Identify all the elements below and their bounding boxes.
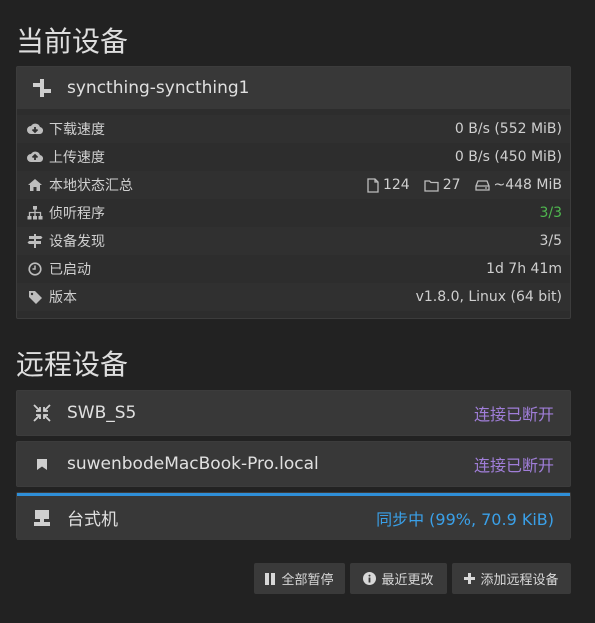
sync-progress-bar <box>17 493 570 496</box>
pause-all-button[interactable]: 全部暂停 <box>254 563 345 594</box>
download-rate-label: 下载速度 <box>49 122 105 138</box>
info-circle-icon <box>363 572 377 585</box>
this-device-section-title: 当前设备 <box>16 25 129 58</box>
uptime-row: 已启动 1d 7h 41m <box>17 255 570 283</box>
upload-rate-label: 上传速度 <box>49 150 105 166</box>
local-state-label: 本地状态汇总 <box>49 178 133 194</box>
hdd-icon <box>474 179 490 191</box>
remote-device-panel[interactable]: SWB_S5 连接已断开 <box>16 390 571 436</box>
device-icon <box>31 79 53 97</box>
pause-all-label: 全部暂停 <box>281 573 334 588</box>
remote-device-status: 连接已断开 <box>473 456 554 475</box>
signpost-icon <box>27 233 43 249</box>
this-device-name: syncthing-syncthing1 <box>67 78 250 98</box>
folder-icon <box>424 179 439 192</box>
desktop-icon <box>31 509 53 527</box>
plus-icon <box>464 573 476 584</box>
remote-device-header[interactable]: 台式机 同步中 (99%, 70.9 KiB) <box>17 495 570 540</box>
remote-device-panel[interactable]: suwenbodeMacBook-Pro.local 连接已断开 <box>16 441 571 487</box>
remote-device-status: 连接已断开 <box>473 405 554 424</box>
cloud-download-icon <box>27 121 43 137</box>
listeners-row[interactable]: 侦听程序 3/3 <box>17 199 570 227</box>
tag-icon <box>27 289 43 305</box>
bookmark-icon <box>31 458 53 471</box>
listeners-label: 侦听程序 <box>49 206 105 222</box>
cloud-upload-icon <box>27 149 43 165</box>
version-row: 版本 v1.8.0, Linux (64 bit) <box>17 283 570 311</box>
clock-icon <box>27 261 43 277</box>
remote-device-status: 同步中 (99%, 70.9 KiB) <box>376 509 554 529</box>
add-remote-device-button[interactable]: 添加远程设备 <box>452 563 571 594</box>
local-state-row: 本地状态汇总 124 27 ~448 MiB <box>17 171 570 199</box>
pause-icon <box>265 572 276 585</box>
file-icon <box>367 177 379 193</box>
version-value: v1.8.0, Linux (64 bit) <box>415 289 562 305</box>
remote-device-panel[interactable]: 台式机 同步中 (99%, 70.9 KiB) <box>16 492 571 540</box>
remote-device-name: 台式机 <box>67 510 118 530</box>
this-device-panel: syncthing-syncthing1 下载速度 0 B/s (552 MiB… <box>16 66 571 319</box>
remote-device-name: SWB_S5 <box>67 403 137 423</box>
download-rate-row: 下载速度 0 B/s (552 MiB) <box>17 115 570 143</box>
upload-rate-value: 0 B/s (450 MiB) <box>454 149 562 165</box>
listeners-value: 3/3 <box>539 205 562 221</box>
home-icon <box>27 177 43 193</box>
local-state-value: 124 27 ~448 MiB <box>367 177 562 193</box>
discovery-value: 3/5 <box>539 233 562 249</box>
remote-device-header[interactable]: suwenbodeMacBook-Pro.local 连接已断开 <box>17 442 570 486</box>
upload-rate-row: 上传速度 0 B/s (450 MiB) <box>17 143 570 171</box>
recent-changes-label: 最近更改 <box>381 573 434 588</box>
total-size: ~448 MiB <box>493 177 562 193</box>
download-rate-value: 0 B/s (552 MiB) <box>454 121 562 137</box>
compress-icon <box>31 404 53 422</box>
remote-device-header[interactable]: SWB_S5 连接已断开 <box>17 391 570 435</box>
uptime-label: 已启动 <box>49 262 91 278</box>
recent-changes-button[interactable]: 最近更改 <box>350 563 447 594</box>
discovery-row[interactable]: 设备发现 3/5 <box>17 227 570 255</box>
folder-count: 27 <box>442 177 461 193</box>
remote-devices-section-title: 远程设备 <box>16 348 129 381</box>
add-remote-device-label: 添加远程设备 <box>480 573 559 588</box>
remote-device-name: suwenbodeMacBook-Pro.local <box>67 454 319 474</box>
version-label: 版本 <box>49 290 77 306</box>
this-device-header[interactable]: syncthing-syncthing1 <box>17 67 570 109</box>
uptime-value: 1d 7h 41m <box>486 261 562 277</box>
discovery-label: 设备发现 <box>49 234 105 250</box>
file-count: 124 <box>382 177 410 193</box>
sitemap-icon <box>27 205 43 221</box>
